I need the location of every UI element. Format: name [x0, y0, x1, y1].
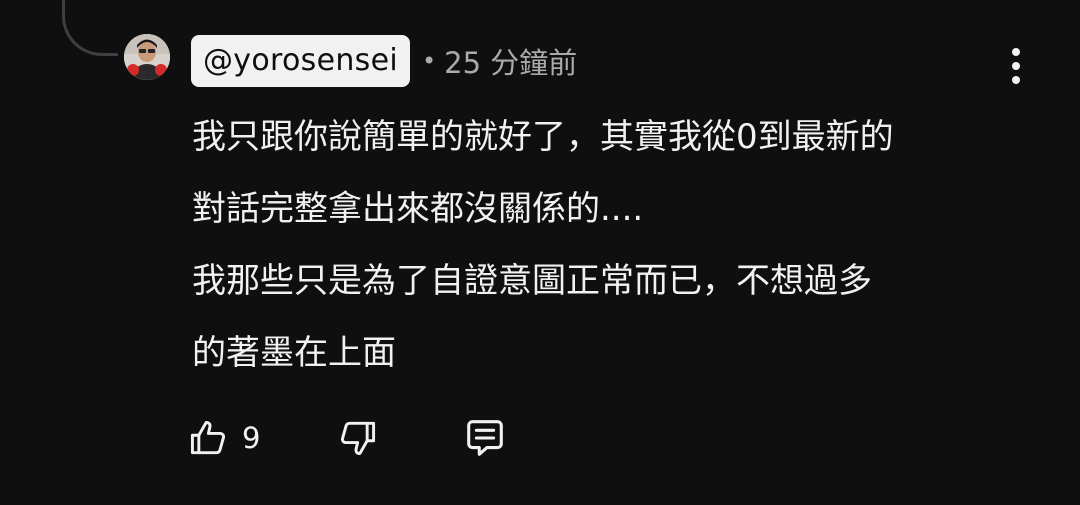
reply-button[interactable]	[462, 415, 508, 461]
comment-text: 我只跟你說簡單的就好了，其實我從0到最新的 對話完整拿出來都沒關係的.... 我…	[192, 101, 1032, 389]
comment-header: @yorosensei • 25 分鐘前	[191, 35, 577, 87]
dislike-button[interactable]	[336, 416, 380, 460]
comment-line: 的著墨在上面	[192, 333, 396, 373]
separator-dot: •	[421, 47, 437, 75]
thread-connector-line	[62, 0, 118, 56]
comment-timestamp: 25 分鐘前	[444, 46, 578, 80]
like-count: 9	[242, 421, 261, 455]
comment-line: 對話完整拿出來都沒關係的....	[192, 189, 644, 229]
comment-line: 我只跟你說簡單的就好了，其實我從0到最新的	[192, 117, 894, 157]
author-name[interactable]: @yorosensei	[191, 35, 410, 87]
comment-actions: 9	[186, 410, 508, 466]
more-options-button[interactable]	[996, 44, 1036, 88]
comment-reply-view: @yorosensei • 25 分鐘前 我只跟你說簡單的就好了，其實我從0到最…	[0, 0, 1080, 505]
reply-comment-icon	[462, 415, 508, 461]
thumbs-up-icon	[186, 416, 230, 460]
thumbs-down-icon	[336, 416, 380, 460]
like-button[interactable]: 9	[186, 416, 260, 460]
avatar[interactable]	[124, 34, 170, 80]
comment-line: 我那些只是為了自證意圖正常而已，不想過多	[192, 261, 872, 301]
more-vertical-icon	[1012, 48, 1020, 56]
